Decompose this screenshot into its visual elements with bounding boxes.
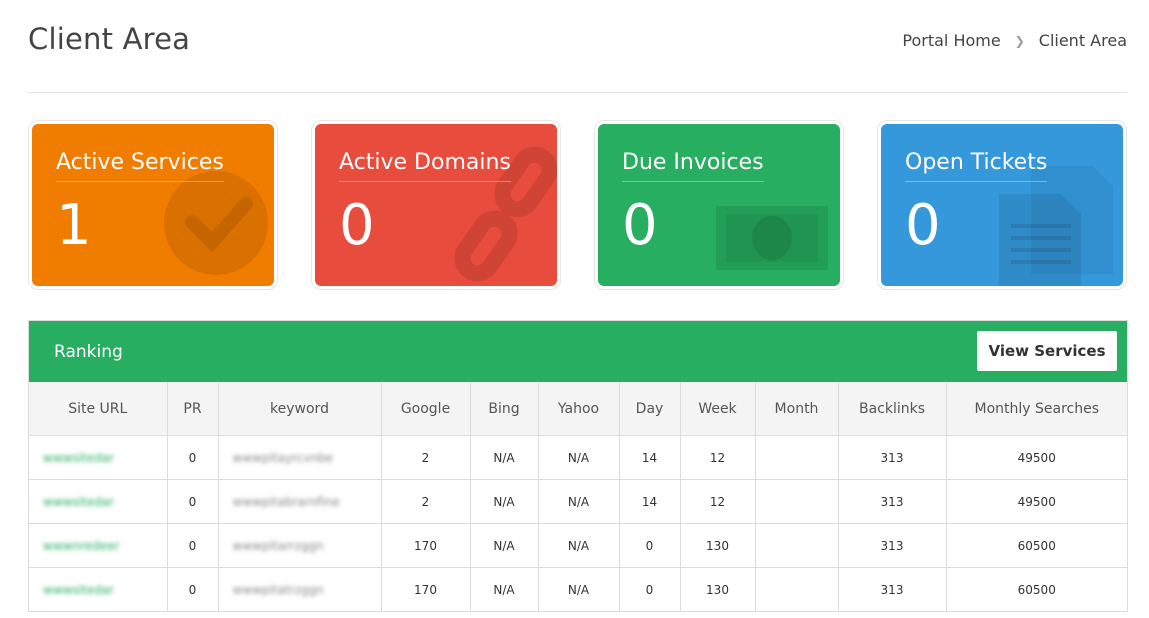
table-cell: 130: [680, 523, 756, 568]
table-row: wwwnredeer 0 wwwpitarrzggn 170 N/A N/A 0…: [29, 523, 1127, 568]
table-cell: [755, 435, 839, 480]
table-cell: 0: [167, 479, 219, 524]
table-cell: 0: [167, 567, 219, 612]
site-url-link[interactable]: wwwsitedar: [43, 451, 114, 465]
keyword-text: wwwpitayrcvnbe: [232, 450, 334, 465]
table-cell: 313: [838, 479, 947, 524]
table-cell: 14: [619, 479, 681, 524]
table-cell: 170: [381, 523, 471, 568]
table-cell: N/A: [470, 523, 539, 568]
table-cell: 0: [619, 523, 681, 568]
table-cell: N/A: [538, 435, 620, 480]
table-row: wwwsitedar 0 wwwpitabrarnfine 2 N/A N/A …: [29, 479, 1127, 524]
table-cell: 0: [619, 567, 681, 612]
table-cell: 12: [680, 435, 756, 480]
chevron-right-icon: ❯: [1014, 33, 1025, 48]
tile-label: Open Tickets: [905, 150, 1048, 182]
table-cell: 313: [838, 523, 947, 568]
table-cell: 2: [381, 479, 471, 524]
tile-count: 1: [56, 193, 92, 258]
table-cell: [755, 567, 839, 612]
breadcrumb-portal-home[interactable]: Portal Home: [902, 31, 1000, 50]
column-header[interactable]: Week: [680, 382, 756, 436]
column-header[interactable]: PR: [167, 382, 219, 436]
site-url-link[interactable]: wwwsitedar: [43, 495, 114, 509]
column-header[interactable]: Monthly Searches: [946, 382, 1127, 436]
keyword-text: wwwpitabrarnfine: [232, 494, 340, 509]
tile-label: Active Services: [56, 150, 224, 182]
keyword-text: wwwpitatrzggn: [232, 582, 324, 597]
page-header: Client Area Portal Home ❯ Client Area: [28, 0, 1127, 93]
tile-count: 0: [339, 193, 375, 258]
column-header[interactable]: Day: [619, 382, 681, 436]
table-cell: 12: [680, 479, 756, 524]
site-url-link[interactable]: wwwnredeer: [43, 539, 119, 553]
breadcrumb: Portal Home ❯ Client Area: [902, 31, 1127, 50]
tile-open-tickets[interactable]: Open Tickets 0: [881, 124, 1123, 286]
column-header[interactable]: Bing: [470, 382, 539, 436]
table-header-row: Site URL PR keyword Google Bing Yahoo Da…: [29, 382, 1127, 436]
ranking-panel-header: Ranking View Services: [29, 321, 1127, 382]
column-header[interactable]: Google: [381, 382, 471, 436]
table-row: wwwsitedar 0 wwwpitayrcvnbe 2 N/A N/A 14…: [29, 435, 1127, 480]
breadcrumb-client-area: Client Area: [1038, 31, 1127, 50]
table-cell: 0: [167, 523, 219, 568]
table-cell: [755, 479, 839, 524]
table-cell: N/A: [538, 523, 620, 568]
tile-count: 0: [905, 193, 941, 258]
tile-due-invoices[interactable]: Due Invoices 0: [598, 124, 840, 286]
table-cell: N/A: [470, 435, 539, 480]
table-cell: N/A: [470, 567, 539, 612]
tile-count: 0: [622, 193, 658, 258]
page-title: Client Area: [28, 22, 191, 56]
table-cell: 60500: [946, 567, 1127, 612]
column-header[interactable]: Backlinks: [838, 382, 947, 436]
table-row: wwwsitedar 0 wwwpitatrzggn 170 N/A N/A 0…: [29, 567, 1127, 612]
table-cell: [755, 523, 839, 568]
table-cell: 170: [381, 567, 471, 612]
tile-label: Due Invoices: [622, 150, 764, 182]
table-cell: 49500: [946, 435, 1127, 480]
table-cell: 313: [838, 567, 947, 612]
site-url-link[interactable]: wwwsitedar: [43, 583, 114, 597]
ranking-title: Ranking: [54, 342, 123, 362]
table-cell: 49500: [946, 479, 1127, 524]
column-header[interactable]: Yahoo: [538, 382, 620, 436]
keyword-text: wwwpitarrzggn: [232, 538, 324, 553]
table-cell: N/A: [470, 479, 539, 524]
ranking-table: Site URL PR keyword Google Bing Yahoo Da…: [29, 382, 1127, 612]
table-cell: 60500: [946, 523, 1127, 568]
view-services-button[interactable]: View Services: [977, 331, 1117, 371]
table-cell: 0: [167, 435, 219, 480]
table-cell: N/A: [538, 479, 620, 524]
tile-active-domains[interactable]: Active Domains 0: [315, 124, 557, 286]
column-header[interactable]: Month: [755, 382, 839, 436]
tile-label: Active Domains: [339, 150, 511, 182]
table-cell: N/A: [538, 567, 620, 612]
tile-active-services[interactable]: Active Services 1: [32, 124, 274, 286]
client-area-page: Client Area Portal Home ❯ Client Area Ac…: [0, 0, 1149, 618]
table-cell: 14: [619, 435, 681, 480]
column-header[interactable]: Site URL: [29, 382, 168, 436]
ranking-panel: Ranking View Services Site URL PR keywor…: [28, 320, 1128, 612]
table-cell: 130: [680, 567, 756, 612]
column-header[interactable]: keyword: [218, 382, 382, 436]
table-cell: 2: [381, 435, 471, 480]
table-cell: 313: [838, 435, 947, 480]
